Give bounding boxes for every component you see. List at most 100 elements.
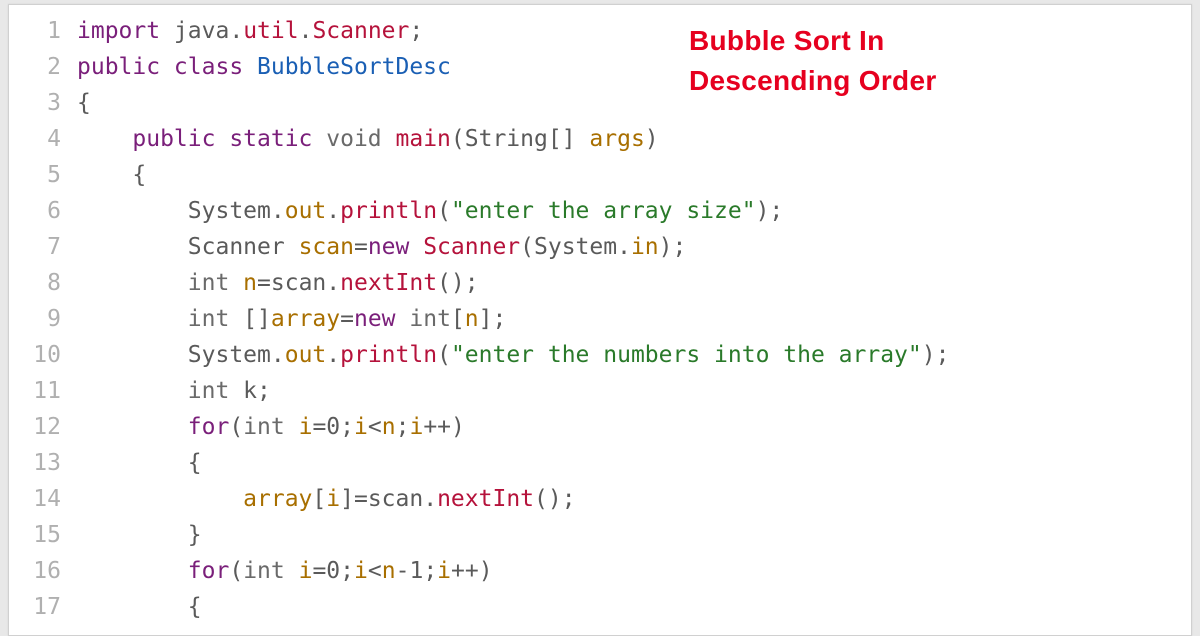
token-type: int xyxy=(188,378,243,404)
line-number: 1 xyxy=(9,13,77,49)
token-punc: = xyxy=(312,414,326,440)
token-punc: . xyxy=(229,18,243,44)
token-punc: . xyxy=(299,18,313,44)
title-line-1: Bubble Sort In xyxy=(689,21,937,61)
token-obj: String xyxy=(465,126,548,152)
token-punc xyxy=(77,126,132,152)
token-var: out xyxy=(285,198,327,224)
code-content[interactable]: import java.util.Scanner; xyxy=(77,13,1191,49)
code-line[interactable]: 16 for(int i=0;i<n-1;i++) xyxy=(9,553,1191,589)
code-content[interactable]: for(int i=0;i<n;i++) xyxy=(77,409,1191,445)
token-num: 0 xyxy=(326,414,340,440)
token-punc: ( xyxy=(451,126,465,152)
token-name: BubbleSortDesc xyxy=(257,54,451,80)
token-punc: { xyxy=(77,450,202,476)
token-var: i xyxy=(409,414,423,440)
code-line[interactable]: 9 int []array=new int[n]; xyxy=(9,301,1191,337)
code-content[interactable]: } xyxy=(77,517,1191,553)
token-obj: System xyxy=(534,234,617,260)
token-var: n xyxy=(382,414,396,440)
code-content[interactable]: { xyxy=(77,85,1191,121)
token-punc: . xyxy=(617,234,631,260)
token-punc xyxy=(77,342,188,368)
token-punc xyxy=(77,270,188,296)
token-punc: (); xyxy=(437,270,479,296)
code-line[interactable]: 11 int k; xyxy=(9,373,1191,409)
token-punc: = xyxy=(312,558,326,584)
token-punc: . xyxy=(326,342,340,368)
code-line[interactable]: 5 { xyxy=(9,157,1191,193)
code-content[interactable]: Scanner scan=new Scanner(System.in); xyxy=(77,229,1191,265)
token-var: i xyxy=(299,558,313,584)
code-line[interactable]: 17 { xyxy=(9,589,1191,625)
token-str: "enter the array size" xyxy=(451,198,756,224)
token-punc: [] xyxy=(243,306,271,332)
token-var: i xyxy=(437,558,451,584)
code-content[interactable]: System.out.println("enter the numbers in… xyxy=(77,337,1191,373)
code-line[interactable]: 14 array[i]=scan.nextInt(); xyxy=(9,481,1191,517)
token-num: 1 xyxy=(409,558,423,584)
token-punc xyxy=(77,198,188,224)
line-number: 4 xyxy=(9,121,77,157)
code-content[interactable]: { xyxy=(77,445,1191,481)
token-punc: [] xyxy=(548,126,590,152)
code-line[interactable]: 15 } xyxy=(9,517,1191,553)
token-punc: ; xyxy=(340,414,354,440)
token-punc: = xyxy=(340,306,354,332)
line-number: 12 xyxy=(9,409,77,445)
code-content[interactable]: int n=scan.nextInt(); xyxy=(77,265,1191,301)
code-content[interactable]: array[i]=scan.nextInt(); xyxy=(77,481,1191,517)
line-number: 14 xyxy=(9,481,77,517)
token-call: println xyxy=(340,198,437,224)
token-var: i xyxy=(354,414,368,440)
line-number: 15 xyxy=(9,517,77,553)
token-punc: ); xyxy=(659,234,687,260)
token-var: n xyxy=(243,270,257,296)
code-content[interactable]: public static void main(String[] args) xyxy=(77,121,1191,157)
token-punc: ]; xyxy=(479,306,507,332)
token-punc: ; xyxy=(423,558,437,584)
token-obj: java xyxy=(174,18,229,44)
token-punc: ); xyxy=(922,342,950,368)
token-kw: new xyxy=(354,306,409,332)
token-var: array xyxy=(271,306,340,332)
code-content[interactable]: { xyxy=(77,157,1191,193)
code-content[interactable]: int k; xyxy=(77,373,1191,409)
token-type: int xyxy=(188,306,243,332)
token-obj: System xyxy=(188,198,271,224)
token-punc xyxy=(77,558,188,584)
token-type: void xyxy=(326,126,395,152)
token-punc: ( xyxy=(229,558,243,584)
code-line[interactable]: 4 public static void main(String[] args) xyxy=(9,121,1191,157)
token-call: util xyxy=(243,18,298,44)
code-line[interactable]: 1import java.util.Scanner; xyxy=(9,13,1191,49)
token-call: nextInt xyxy=(437,486,534,512)
token-punc: ( xyxy=(520,234,534,260)
code-container[interactable]: 1import java.util.Scanner;2public class … xyxy=(9,13,1191,625)
code-line[interactable]: 12 for(int i=0;i<n;i++) xyxy=(9,409,1191,445)
code-content[interactable]: for(int i=0;i<n-1;i++) xyxy=(77,553,1191,589)
code-line[interactable]: 3{ xyxy=(9,85,1191,121)
code-line[interactable]: 13 { xyxy=(9,445,1191,481)
token-kw: for xyxy=(188,558,230,584)
token-var: scan xyxy=(299,234,354,260)
code-line[interactable]: 2public class BubbleSortDesc xyxy=(9,49,1191,85)
code-content[interactable]: public class BubbleSortDesc xyxy=(77,49,1191,85)
token-punc: { xyxy=(77,90,91,116)
code-content[interactable]: System.out.println("enter the array size… xyxy=(77,193,1191,229)
code-line[interactable]: 6 System.out.println("enter the array si… xyxy=(9,193,1191,229)
code-content[interactable]: { xyxy=(77,589,1191,625)
line-number: 10 xyxy=(9,337,77,373)
code-line[interactable]: 7 Scanner scan=new Scanner(System.in); xyxy=(9,229,1191,265)
token-call: main xyxy=(396,126,451,152)
code-line[interactable]: 10 System.out.println("enter the numbers… xyxy=(9,337,1191,373)
token-punc: = xyxy=(354,234,368,260)
token-type: int xyxy=(243,558,298,584)
token-type: int xyxy=(243,414,298,440)
line-number: 8 xyxy=(9,265,77,301)
token-type: int xyxy=(188,270,243,296)
code-line[interactable]: 8 int n=scan.nextInt(); xyxy=(9,265,1191,301)
code-content[interactable]: int []array=new int[n]; xyxy=(77,301,1191,337)
token-var: i xyxy=(299,414,313,440)
title-line-2: Descending Order xyxy=(689,61,937,101)
